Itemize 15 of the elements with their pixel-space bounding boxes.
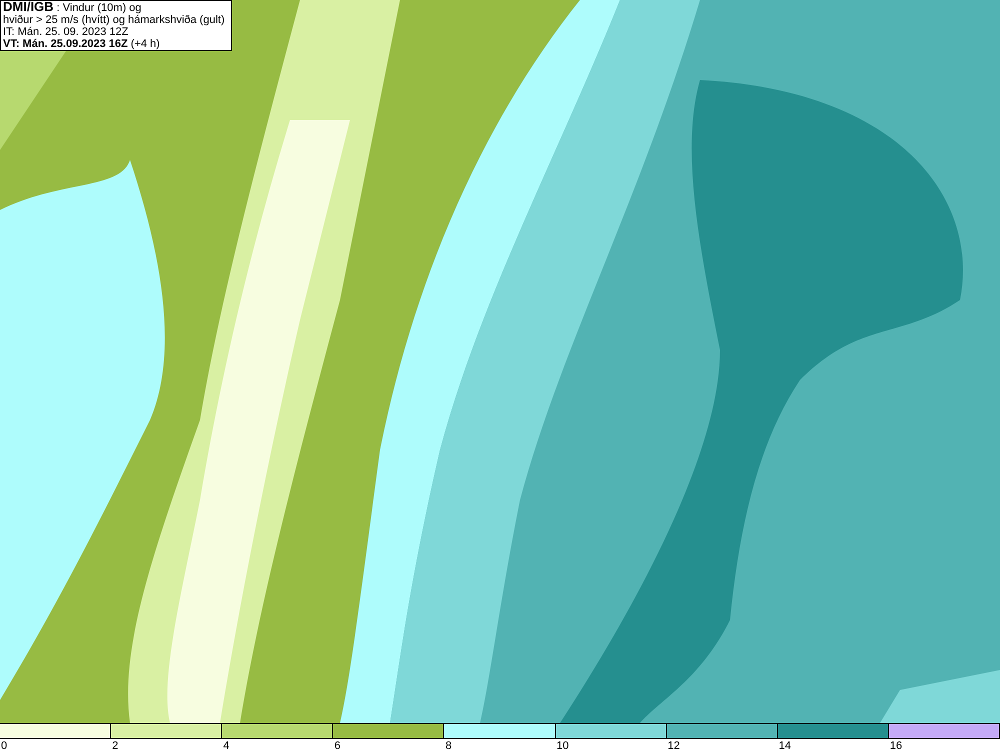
legend-label: 14 [778, 740, 792, 752]
source-label: DMI/IGB [3, 0, 54, 14]
legend-label: 6 [334, 740, 340, 752]
subtitle-text: hviður > 25 m/s (hvítt) og hámarkshviða (gult) [3, 14, 226, 26]
legend-label: 0 [1, 740, 8, 752]
legend-label: 2 [112, 740, 118, 752]
legend-label: 16 [890, 740, 902, 752]
legend-label: 8 [445, 740, 452, 752]
initial-time-text: IT: Mán. 25. 09. 2023 12Z [3, 26, 130, 38]
legend-label: 10 [556, 740, 569, 752]
legend-label: 12 [668, 740, 680, 752]
title-text: : Vindur (10m) og [56, 2, 142, 14]
legend-label: 4 [223, 740, 230, 752]
valid-time-text: VT: Mán. 25.09.2023 16Z [3, 38, 128, 50]
lead-time-text: (+4 h) [130, 38, 160, 50]
